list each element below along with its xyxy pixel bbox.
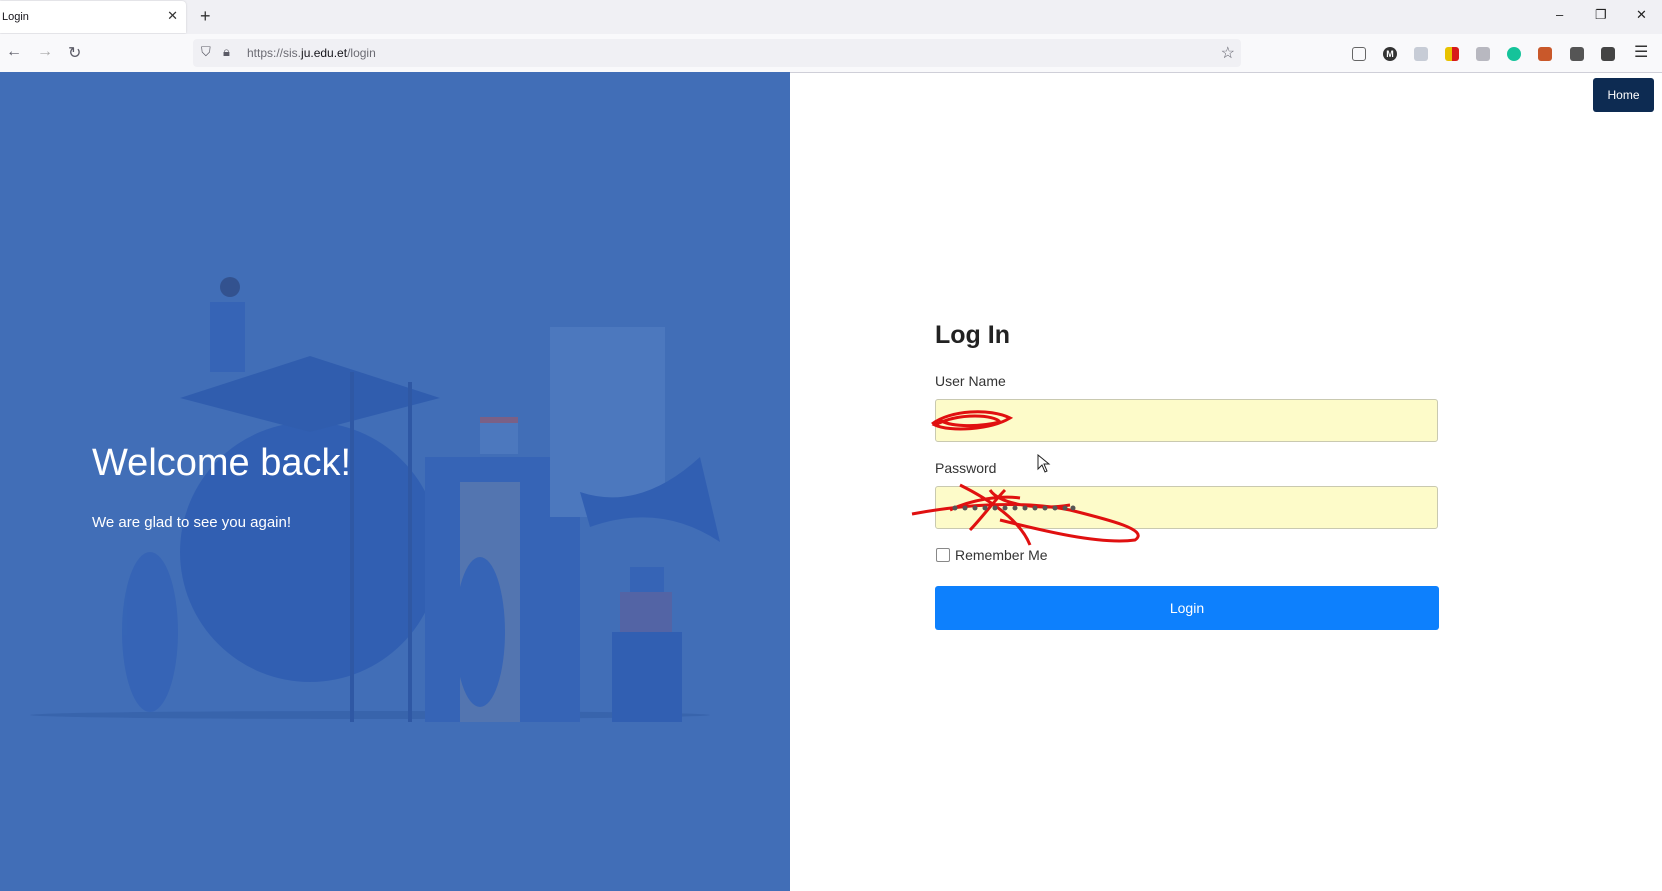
lock-icon[interactable]: 🔒︎	[223, 44, 230, 60]
remember-me-label[interactable]: Remember Me	[955, 547, 1048, 563]
url-text[interactable]: https://sis.ju.edu.et/login	[247, 46, 376, 60]
back-icon[interactable]: ←	[6, 43, 22, 61]
username-input[interactable]	[935, 399, 1438, 442]
login-button[interactable]: Login	[935, 586, 1439, 630]
extension-puzzle-icon[interactable]	[1601, 47, 1615, 61]
browser-tab[interactable]: Login ✕	[0, 1, 186, 33]
extension-flag-icon[interactable]	[1445, 47, 1459, 61]
mouse-cursor-icon	[1037, 454, 1051, 473]
username-label: User Name	[935, 373, 1006, 389]
restore-icon[interactable]: ❐	[1595, 7, 1607, 23]
welcome-subtext: We are glad to see you again!	[92, 514, 292, 531]
minimize-icon[interactable]: –	[1556, 7, 1563, 22]
password-input[interactable]	[935, 486, 1438, 529]
remember-me-checkbox[interactable]	[936, 548, 950, 562]
shield-icon[interactable]: ⛉	[201, 44, 211, 60]
hamburger-menu-icon[interactable]: ☰	[1634, 42, 1648, 62]
new-tab-icon[interactable]: +	[200, 6, 211, 27]
extension-badge-icon[interactable]	[1570, 47, 1584, 61]
home-button[interactable]: Home	[1593, 78, 1654, 112]
tab-title: Login	[2, 11, 29, 23]
grammarly-icon[interactable]	[1507, 47, 1521, 61]
password-label: Password	[935, 460, 997, 476]
hero-panel: Welcome back! We are glad to see you aga…	[0, 72, 790, 891]
tab-close-icon[interactable]: ✕	[167, 8, 178, 24]
extension-orange-icon[interactable]	[1538, 47, 1552, 61]
extension-m-icon[interactable]: M	[1383, 47, 1397, 61]
welcome-heading: Welcome back!	[92, 442, 352, 484]
pocket-icon[interactable]	[1352, 47, 1366, 61]
address-bar[interactable]: ⛉ 🔒︎ https://sis.ju.edu.et/login ☆	[193, 39, 1241, 67]
window-close-icon[interactable]: ✕	[1636, 7, 1647, 23]
extension-gray-icon[interactable]	[1476, 47, 1490, 61]
reload-icon[interactable]: ↻	[68, 43, 81, 63]
bookmark-star-icon[interactable]: ☆	[1221, 43, 1235, 63]
forward-icon[interactable]: →	[37, 43, 53, 61]
extension-mail-icon[interactable]	[1414, 47, 1428, 61]
login-title: Log In	[935, 321, 1010, 349]
browser-toolbar: ← → ↻ ⛉ 🔒︎ https://sis.ju.edu.et/login ☆…	[0, 34, 1662, 73]
browser-tab-strip: Login ✕ + – ❐ ✕	[0, 0, 1662, 34]
